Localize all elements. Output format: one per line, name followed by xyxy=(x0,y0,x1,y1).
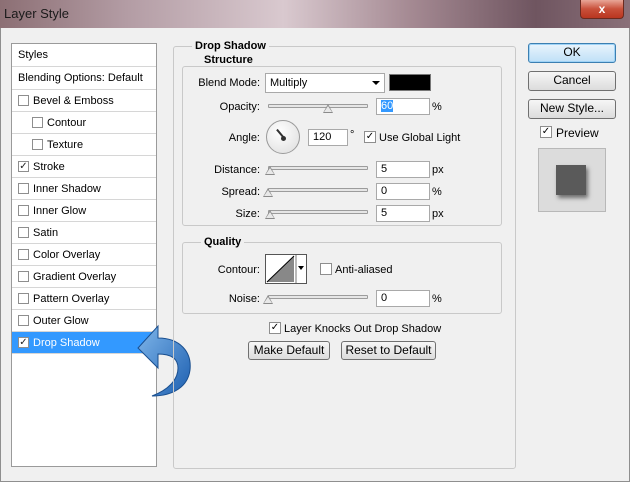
noise-field[interactable]: 0 xyxy=(376,290,430,307)
angle-unit: ° xyxy=(350,129,355,141)
spread-slider-thumb[interactable] xyxy=(263,188,273,197)
style-item-label: Pattern Overlay xyxy=(33,293,110,305)
blend-mode-select[interactable]: Multiply xyxy=(265,73,385,93)
style-item-label: Inner Glow xyxy=(33,205,87,217)
opacity-unit: % xyxy=(432,101,442,113)
close-icon: x xyxy=(598,2,606,16)
distance-field[interactable]: 5 xyxy=(376,161,430,178)
styles-list: Styles Blending Options: Default Bevel & E… xyxy=(11,43,157,467)
window-title: Layer Style xyxy=(4,6,70,21)
use-global-light-checkbox[interactable]: ✓ xyxy=(364,131,376,143)
quality-heading: Quality xyxy=(201,236,245,248)
close-button[interactable]: x xyxy=(580,0,624,19)
structure-heading: Structure xyxy=(201,54,256,66)
style-item-label: Stroke xyxy=(33,161,65,173)
spread-field[interactable]: 0 xyxy=(376,183,430,200)
spread-unit: % xyxy=(432,186,442,198)
style-checkbox[interactable] xyxy=(18,205,29,216)
cancel-button[interactable]: Cancel xyxy=(528,71,616,91)
style-checkbox[interactable] xyxy=(18,95,29,106)
distance-unit: px xyxy=(432,164,444,176)
contour-label: Contour: xyxy=(217,264,260,276)
style-item-label: Styles xyxy=(18,49,48,61)
contour-picker[interactable] xyxy=(265,254,307,284)
noise-unit: % xyxy=(432,293,442,305)
styles-list-item[interactable]: Blending Options: Default xyxy=(12,67,156,90)
contour-curve-icon xyxy=(266,255,304,283)
style-item-label: Inner Shadow xyxy=(33,183,101,195)
styles-list-item[interactable]: Inner Glow xyxy=(12,200,156,222)
style-checkbox[interactable] xyxy=(18,271,29,282)
preview-label: Preview xyxy=(556,126,599,140)
style-checkbox[interactable] xyxy=(18,315,29,326)
shadow-color-swatch[interactable] xyxy=(389,74,431,91)
size-slider[interactable] xyxy=(268,210,368,214)
ok-button[interactable]: OK xyxy=(528,43,616,63)
make-default-button[interactable]: Make Default xyxy=(248,341,330,360)
distance-slider[interactable] xyxy=(268,166,368,170)
style-checkbox[interactable] xyxy=(32,117,43,128)
opacity-label: Opacity: xyxy=(219,101,260,113)
size-slider-thumb[interactable] xyxy=(265,210,275,219)
spread-slider[interactable] xyxy=(268,188,368,192)
style-item-label: Satin xyxy=(33,227,59,239)
style-checkbox[interactable] xyxy=(18,249,29,260)
style-preview xyxy=(538,148,606,212)
new-style-button[interactable]: New Style... xyxy=(528,99,616,119)
size-label: Size: xyxy=(235,208,260,220)
styles-list-item[interactable]: Styles xyxy=(12,44,156,67)
styles-list-item[interactable]: Contour xyxy=(12,112,156,134)
opacity-field[interactable]: 60 xyxy=(376,98,430,115)
angle-dial[interactable] xyxy=(266,120,300,154)
preview-checkbox[interactable]: ✓ xyxy=(540,126,552,138)
opacity-slider[interactable] xyxy=(268,104,368,108)
title-bar: Layer Style x xyxy=(0,0,630,28)
style-checkbox[interactable] xyxy=(32,139,43,150)
blend-mode-label: Blend Mode: xyxy=(198,77,260,89)
styles-list-item[interactable]: Pattern Overlay xyxy=(12,288,156,310)
noise-slider[interactable] xyxy=(268,295,368,299)
style-item-label: Drop Shadow xyxy=(33,337,100,349)
layer-knocks-out-label: Layer Knocks Out Drop Shadow xyxy=(284,323,442,335)
use-global-light-label: Use Global Light xyxy=(379,132,461,144)
style-item-label: Outer Glow xyxy=(33,315,89,327)
noise-slider-thumb[interactable] xyxy=(263,295,273,304)
drop-shadow-heading: Drop Shadow xyxy=(192,40,269,52)
chevron-down-icon xyxy=(372,81,380,85)
anti-aliased-checkbox[interactable] xyxy=(320,263,332,275)
styles-list-item[interactable]: Inner Shadow xyxy=(12,178,156,200)
styles-list-item[interactable]: ✓ Stroke xyxy=(12,156,156,178)
style-item-label: Gradient Overlay xyxy=(33,271,117,283)
layer-knocks-out-checkbox[interactable]: ✓ xyxy=(269,322,281,334)
styles-list-item[interactable]: Satin xyxy=(12,222,156,244)
style-item-label: Color Overlay xyxy=(33,249,101,261)
styles-list-item[interactable]: Bevel & Emboss xyxy=(12,90,156,112)
reset-to-default-button[interactable]: Reset to Default xyxy=(341,341,436,360)
style-checkbox[interactable]: ✓ xyxy=(18,161,29,172)
style-item-label: Texture xyxy=(47,139,84,151)
size-unit: px xyxy=(432,208,444,220)
distance-label: Distance: xyxy=(214,164,260,176)
style-item-label: Contour xyxy=(47,117,87,129)
angle-field[interactable]: 120 xyxy=(308,129,348,146)
style-checkbox[interactable]: ✓ xyxy=(18,337,29,348)
preview-swatch xyxy=(556,165,586,195)
angle-label: Angle: xyxy=(228,132,260,144)
styles-list-item[interactable]: Gradient Overlay xyxy=(12,266,156,288)
spread-label: Spread: xyxy=(221,186,260,198)
opacity-slider-thumb[interactable] xyxy=(323,104,333,113)
styles-list-item[interactable]: Color Overlay xyxy=(12,244,156,266)
distance-slider-thumb[interactable] xyxy=(265,166,275,175)
noise-label: Noise: xyxy=(228,293,260,305)
style-item-label: Bevel & Emboss xyxy=(33,95,114,107)
style-item-label: Blending Options: Default xyxy=(18,72,143,84)
style-checkbox[interactable] xyxy=(18,293,29,304)
style-checkbox[interactable] xyxy=(18,183,29,194)
anti-aliased-label: Anti-aliased xyxy=(335,264,393,276)
size-field[interactable]: 5 xyxy=(376,205,430,222)
style-checkbox[interactable] xyxy=(18,227,29,238)
styles-list-item[interactable]: Texture xyxy=(12,134,156,156)
